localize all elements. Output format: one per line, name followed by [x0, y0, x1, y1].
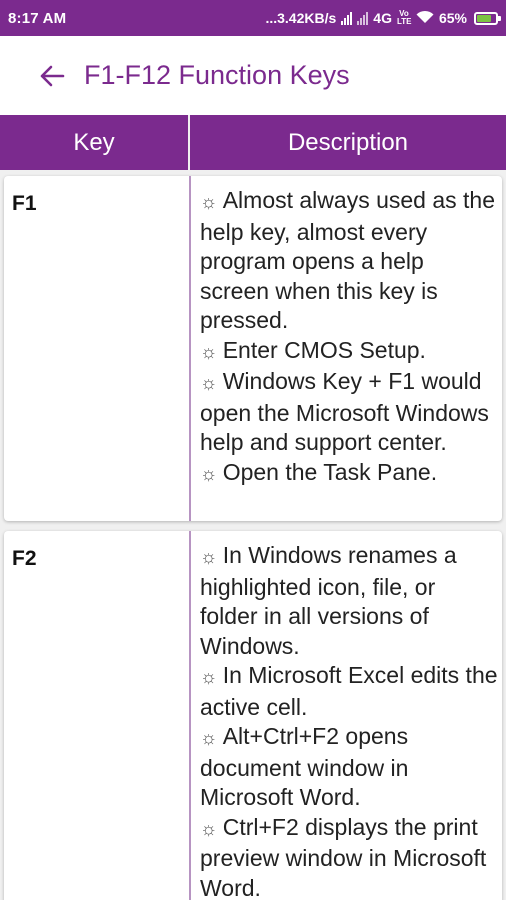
description-item: Open the Task Pane.: [222, 458, 438, 485]
battery-icon: [474, 11, 501, 25]
app-bar: F1-F12 Function Keys: [0, 36, 506, 115]
column-header-key: Key: [0, 115, 190, 170]
table-row[interactable]: F1 ☼ Almost always used as the help key,…: [4, 176, 502, 521]
wifi-icon: [416, 10, 434, 27]
arrow-left-icon[interactable]: [32, 56, 72, 96]
page-title: F1-F12 Function Keys: [84, 60, 350, 90]
signal-secondary-icon: [357, 11, 369, 25]
description-item: Alt+Ctrl+F2 opens document window in Mic…: [200, 723, 409, 810]
description-item: Enter CMOS Setup.: [222, 336, 426, 363]
description-item: Windows Key + F1 would open the Microsof…: [200, 368, 489, 455]
volte-icon: Vo LTE: [396, 9, 412, 26]
signal-icon: [341, 11, 353, 25]
bullet-sun-icon: ☼: [200, 463, 223, 485]
key-cell: F2: [4, 531, 191, 900]
network-type: 4G: [373, 10, 392, 26]
bullet-sun-icon: ☼: [200, 547, 223, 568]
column-header-description: Description: [287, 128, 409, 156]
status-bar: 8:17 AM ...3.42KB/s 4G Vo LTE 65%: [0, 0, 506, 36]
bullet-sun-icon: ☼: [200, 667, 223, 688]
description-item: In Windows renames a highlighted icon, f…: [200, 542, 457, 659]
network-speed: ...3.42KB/s: [265, 10, 337, 26]
bullet-sun-icon: ☼: [200, 728, 223, 749]
description-item: Almost always used as the help key, almo…: [200, 187, 495, 333]
battery-percent: 65%: [438, 10, 467, 26]
status-time: 8:17 AM: [8, 9, 67, 27]
key-cell: F1: [4, 176, 191, 521]
bullet-sun-icon: ☼: [200, 818, 223, 840]
description-item: Ctrl+F2 displays the print preview windo…: [200, 813, 487, 900]
bullet-sun-icon: ☼: [200, 373, 223, 394]
table-header: Key Description: [0, 115, 506, 170]
bullet-sun-icon: ☼: [200, 341, 223, 363]
description-item: In Microsoft Excel edits the active cell…: [200, 662, 498, 720]
bullet-sun-icon: ☼: [200, 192, 223, 213]
table-row[interactable]: F2 ☼ In Windows renames a highlighted ic…: [4, 531, 502, 900]
status-icons: ...3.42KB/s 4G Vo LTE 65%: [265, 9, 501, 27]
description-cell: ☼ Almost always used as the help key, al…: [191, 176, 502, 521]
description-cell: ☼ In Windows renames a highlighted icon,…: [191, 531, 502, 900]
